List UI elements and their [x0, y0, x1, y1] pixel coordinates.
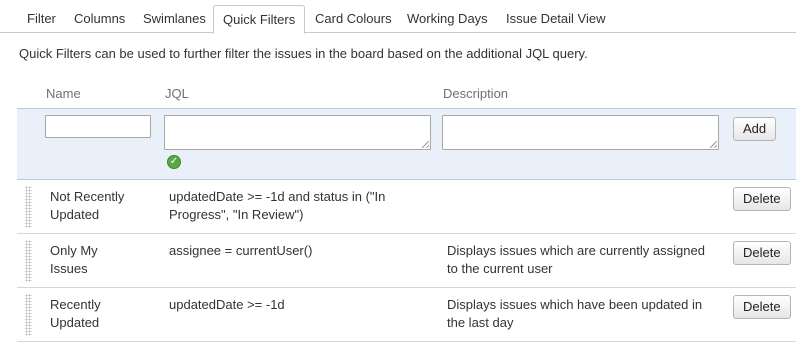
- settings-tabs: Filter Columns Swimlanes Quick Filters C…: [0, 0, 796, 34]
- new-filter-description-textarea[interactable]: [442, 115, 719, 150]
- add-button[interactable]: Add: [733, 117, 777, 141]
- table-row: Recently Updated updatedDate >= -1d Disp…: [17, 288, 796, 342]
- drag-handle-icon[interactable]: [25, 186, 32, 228]
- table-row: Only My Issues assignee = currentUser() …: [17, 234, 796, 288]
- filter-name: Not Recently Updated: [50, 189, 125, 222]
- filter-jql: updatedDate >= -1d: [169, 297, 285, 312]
- tab-filter[interactable]: Filter: [18, 5, 65, 33]
- check-circle-icon: ✓: [167, 155, 181, 169]
- tab-issue-detail-view[interactable]: Issue Detail View: [497, 5, 614, 33]
- drag-handle-icon[interactable]: [25, 294, 32, 336]
- delete-button[interactable]: Delete: [733, 295, 791, 319]
- filter-description: Displays issues which are currently assi…: [447, 243, 705, 276]
- intro-text: Quick Filters can be used to further fil…: [19, 46, 588, 61]
- tab-swimlanes[interactable]: Swimlanes: [134, 5, 215, 33]
- column-header-name: Name: [46, 86, 81, 101]
- tab-working-days[interactable]: Working Days: [398, 5, 497, 33]
- new-filter-jql-textarea[interactable]: [164, 115, 431, 150]
- tab-columns[interactable]: Columns: [65, 5, 134, 33]
- table-row: Not Recently Updated updatedDate >= -1d …: [17, 180, 796, 234]
- filter-jql: updatedDate >= -1d and status in ("In Pr…: [169, 189, 386, 222]
- new-filter-name-input[interactable]: [45, 115, 151, 138]
- filter-name: Recently Updated: [50, 297, 101, 330]
- delete-button[interactable]: Delete: [733, 241, 791, 265]
- filter-description: Displays issues which have been updated …: [447, 297, 703, 330]
- delete-button[interactable]: Delete: [733, 187, 791, 211]
- filter-name: Only My Issues: [50, 243, 98, 276]
- filter-jql: assignee = currentUser(): [169, 243, 313, 258]
- drag-handle-icon[interactable]: [25, 240, 32, 282]
- resize-handle-icon[interactable]: [710, 141, 717, 148]
- tab-card-colours[interactable]: Card Colours: [306, 5, 401, 33]
- tab-quick-filters[interactable]: Quick Filters: [213, 5, 306, 34]
- resize-handle-icon[interactable]: [422, 141, 429, 148]
- column-header-description: Description: [443, 86, 509, 101]
- column-header-jql: JQL: [165, 86, 189, 101]
